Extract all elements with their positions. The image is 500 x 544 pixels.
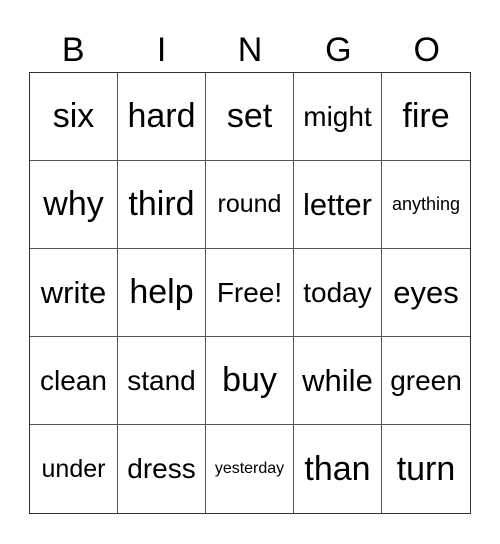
- free-space-cell[interactable]: Free!: [206, 249, 294, 337]
- header-letter-n: N: [237, 31, 263, 69]
- bingo-cell[interactable]: stand: [118, 337, 206, 425]
- bingo-cell[interactable]: anything: [382, 161, 470, 249]
- bingo-cell[interactable]: while: [294, 337, 382, 425]
- bingo-cell[interactable]: clean: [30, 337, 118, 425]
- bingo-cell[interactable]: might: [294, 73, 382, 161]
- bingo-cell[interactable]: write: [30, 249, 118, 337]
- bingo-header: B I N G O: [29, 28, 471, 72]
- bingo-cell[interactable]: green: [382, 337, 470, 425]
- bingo-cell[interactable]: fire: [382, 73, 470, 161]
- header-letter-i: I: [156, 31, 167, 69]
- bingo-cell[interactable]: six: [30, 73, 118, 161]
- bingo-cell[interactable]: today: [294, 249, 382, 337]
- bingo-cell[interactable]: under: [30, 425, 118, 513]
- bingo-cell[interactable]: letter: [294, 161, 382, 249]
- bingo-cell[interactable]: round: [206, 161, 294, 249]
- bingo-grid: six hard set might fire why third round …: [29, 72, 471, 514]
- bingo-cell[interactable]: buy: [206, 337, 294, 425]
- bingo-cell[interactable]: third: [118, 161, 206, 249]
- header-letter-b: B: [61, 31, 85, 69]
- bingo-cell[interactable]: eyes: [382, 249, 470, 337]
- bingo-cell[interactable]: why: [30, 161, 118, 249]
- header-letter-g: G: [325, 31, 352, 69]
- bingo-cell[interactable]: yesterday: [206, 425, 294, 513]
- bingo-cell[interactable]: than: [294, 425, 382, 513]
- bingo-cell[interactable]: turn: [382, 425, 470, 513]
- bingo-cell[interactable]: help: [118, 249, 206, 337]
- bingo-cell[interactable]: hard: [118, 73, 206, 161]
- bingo-cell[interactable]: set: [206, 73, 294, 161]
- header-letter-o: O: [413, 31, 440, 69]
- bingo-cell[interactable]: dress: [118, 425, 206, 513]
